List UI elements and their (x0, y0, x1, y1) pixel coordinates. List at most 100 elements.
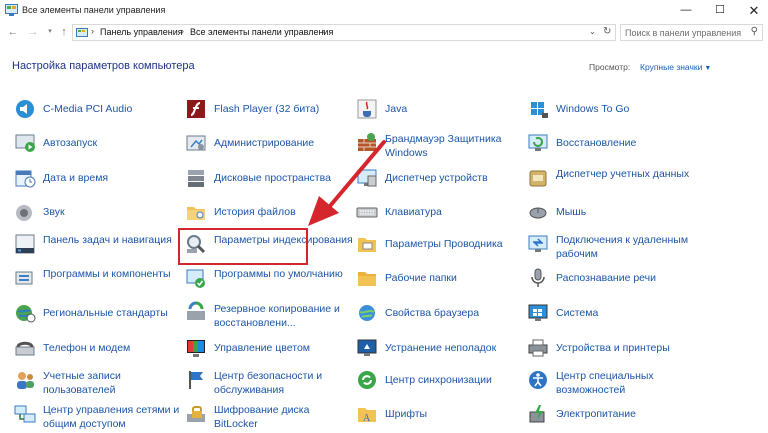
item-label[interactable]: Учетные записи пользователей (43, 369, 183, 397)
control-panel-icon (76, 28, 88, 37)
refresh-icon[interactable]: ↻ (603, 26, 611, 37)
minimize-button[interactable]: — (669, 0, 703, 22)
item-label[interactable]: Flash Player (32 бита) (214, 102, 354, 116)
breadcrumb-all-items[interactable]: Все элементы панели управления (190, 27, 333, 37)
item-label[interactable]: Телефон и модем (43, 341, 183, 355)
admin-tools-icon (186, 135, 206, 151)
power-options-icon (529, 405, 545, 423)
java-icon (357, 99, 377, 119)
search-icon[interactable]: ⚲ (751, 26, 758, 37)
item-label[interactable]: Программы по умолчанию (214, 267, 354, 281)
item-label[interactable]: Параметры Проводника (385, 237, 525, 251)
navigation-bar: ← → ▾ ↑ › Панель управления › Все элемен… (0, 22, 768, 44)
window-title: Все элементы панели управления (22, 5, 166, 15)
item-label[interactable]: Восстановление (556, 136, 696, 150)
item-label[interactable]: Управление цветом (214, 341, 354, 355)
item-label[interactable]: Диспетчер устройств (385, 171, 525, 185)
remote-desktop-icon (528, 235, 548, 252)
file-history-icon (187, 207, 205, 220)
item-label[interactable]: Автозапуск (43, 136, 183, 150)
search-input[interactable] (625, 26, 743, 39)
flag-icon (189, 371, 203, 389)
item-label[interactable]: Центр управления сетями и общим доступом (43, 403, 183, 431)
recent-locations-chevron-icon[interactable]: ▾ (43, 25, 57, 39)
control-panel-icon (5, 4, 18, 16)
storage-spaces-icon (188, 170, 204, 187)
back-arrow-icon[interactable]: ← (6, 25, 20, 39)
item-label[interactable]: Панель задач и навигация (43, 233, 183, 247)
item-label[interactable]: Подключения к удаленным рабочим (556, 233, 696, 261)
item-label[interactable]: Устранение неполадок (385, 341, 525, 355)
item-label[interactable]: Центр безопасности и обслуживания (214, 369, 354, 397)
item-label[interactable]: C-Media PCI Audio (43, 102, 183, 116)
item-label[interactable]: Система (556, 306, 696, 320)
item-label[interactable]: Звук (43, 205, 183, 219)
item-label[interactable]: Брандмауэр Защитника Windows (385, 132, 525, 160)
programs-icon (15, 271, 33, 285)
item-label[interactable]: История файлов (214, 205, 354, 219)
sync-center-icon (358, 371, 376, 389)
item-label[interactable]: Резервное копирование и восстановлени... (214, 302, 354, 330)
item-label[interactable]: Распознавание речи (556, 271, 696, 285)
calendar-clock-icon (15, 170, 36, 188)
breadcrumb-control-panel[interactable]: Панель управления (100, 27, 183, 37)
backup-icon (187, 301, 205, 320)
windows-to-go-icon (531, 102, 548, 118)
item-label[interactable]: Windows To Go (556, 102, 696, 116)
device-manager-icon (357, 169, 377, 187)
flash-icon (187, 100, 205, 118)
microphone-icon (531, 268, 545, 287)
maximize-button[interactable]: ☐ (703, 0, 737, 22)
highlight-box (178, 228, 308, 265)
phone-modem-icon (15, 341, 35, 356)
item-label[interactable]: Устройства и принтеры (556, 341, 696, 355)
forward-arrow-icon[interactable]: → (26, 25, 40, 39)
item-label[interactable]: Центр специальных возможностей (556, 369, 696, 397)
item-label[interactable]: Клавиатура (385, 205, 525, 219)
color-management-icon (187, 340, 205, 357)
firewall-icon (358, 133, 376, 151)
close-button[interactable]: ✕ (737, 0, 768, 22)
network-icon (14, 405, 36, 423)
credential-manager-icon (529, 170, 547, 187)
internet-options-icon (359, 305, 375, 321)
page-title: Настройка параметров компьютера (12, 60, 195, 72)
item-label[interactable]: Администрирование (214, 136, 354, 150)
ease-of-access-icon (529, 371, 547, 389)
up-arrow-icon[interactable]: ↑ (57, 25, 71, 39)
sound-icon (16, 205, 32, 221)
item-label[interactable]: Электропитание (556, 407, 696, 421)
search-box[interactable]: ⚲ (620, 24, 763, 41)
item-label[interactable]: Мышь (556, 205, 696, 219)
fonts-icon: A (358, 408, 376, 424)
item-label[interactable]: Рабочие папки (385, 271, 525, 285)
breadcrumb-separator-icon[interactable]: › (322, 26, 325, 36)
item-label[interactable]: Дисковые пространства (214, 171, 354, 185)
view-by-value[interactable]: Крупные значки (640, 62, 702, 72)
speaker-icon (16, 100, 34, 118)
breadcrumb-separator-icon[interactable]: › (181, 26, 184, 36)
item-label[interactable]: Шифрование диска BitLocker (214, 403, 354, 431)
folder-options-icon (358, 238, 376, 252)
item-label[interactable]: Свойства браузера (385, 306, 525, 320)
address-dropdown-icon[interactable]: ⌄ (589, 27, 596, 36)
recovery-icon (528, 134, 548, 151)
chevron-down-icon[interactable]: ▼ (704, 65, 711, 72)
globe-clock-icon (16, 305, 36, 323)
keyboard-icon (356, 207, 378, 218)
bitlocker-icon (187, 406, 205, 422)
item-label[interactable]: Региональные стандарты (43, 306, 183, 320)
default-programs-icon (186, 269, 205, 288)
mouse-icon (529, 207, 547, 219)
item-label[interactable]: Диспетчер учетных данных (556, 167, 696, 181)
item-label[interactable]: Java (385, 102, 525, 116)
address-bar[interactable]: › Панель управления › Все элементы панел… (72, 24, 616, 41)
svg-text:A: A (363, 413, 371, 424)
item-label[interactable]: Шрифты (385, 407, 525, 421)
breadcrumb-separator-icon[interactable]: › (91, 26, 94, 36)
item-label[interactable]: Программы и компоненты (43, 267, 183, 281)
item-label[interactable]: Центр синхронизации (385, 373, 525, 387)
view-by-dropdown[interactable]: Крупные значки ▼ (640, 62, 711, 72)
view-by-label: Просмотр: (589, 62, 631, 72)
item-label[interactable]: Дата и время (43, 171, 183, 185)
